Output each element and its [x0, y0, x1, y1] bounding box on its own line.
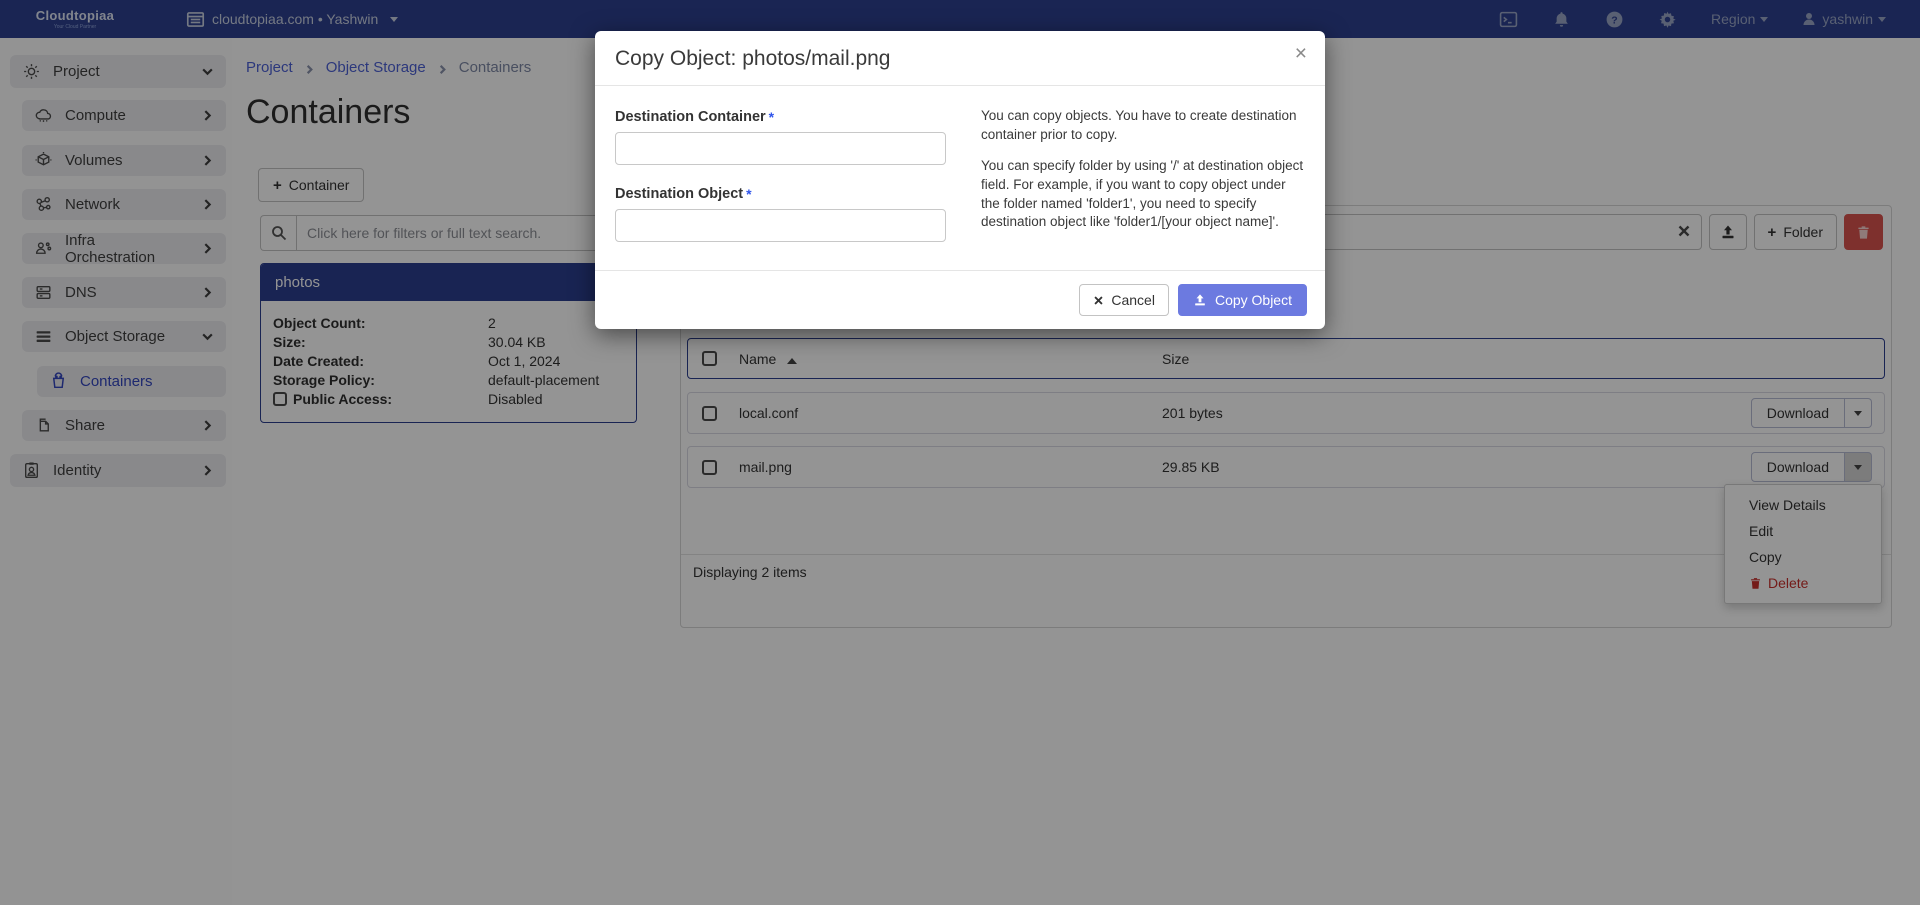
modal-help-text: You can copy objects. You have to create… — [981, 104, 1305, 258]
field-label-text: Destination Container — [615, 109, 766, 125]
x-icon — [1093, 295, 1104, 306]
modal-form: Destination Container* Destination Objec… — [615, 104, 955, 258]
modal-header: Copy Object: photos/mail.png × — [595, 31, 1325, 86]
field-label-text: Destination Object — [615, 186, 743, 202]
destination-object-label: Destination Object* — [615, 186, 955, 202]
help-paragraph: You can specify folder by using '/' at d… — [981, 157, 1305, 233]
modal-title: Copy Object: photos/mail.png — [615, 47, 1305, 71]
modal-footer: Cancel Copy Object — [595, 270, 1325, 329]
destination-object-input[interactable] — [615, 209, 946, 242]
destination-container-input[interactable] — [615, 132, 946, 165]
close-icon[interactable]: × — [1295, 43, 1307, 64]
destination-container-label: Destination Container* — [615, 109, 955, 125]
copy-object-label: Copy Object — [1215, 292, 1292, 308]
cancel-button[interactable]: Cancel — [1079, 284, 1169, 316]
required-marker: * — [746, 186, 751, 202]
app: Cloudtopiaa Your Cloud Partner cloudtopi… — [0, 0, 1920, 905]
cancel-label: Cancel — [1111, 292, 1155, 308]
required-marker: * — [769, 109, 774, 125]
modal-body: Destination Container* Destination Objec… — [595, 86, 1325, 270]
help-paragraph: You can copy objects. You have to create… — [981, 107, 1305, 145]
copy-object-button[interactable]: Copy Object — [1178, 284, 1307, 316]
copy-object-modal: Copy Object: photos/mail.png × Destinati… — [595, 31, 1325, 329]
upload-icon — [1193, 293, 1207, 307]
